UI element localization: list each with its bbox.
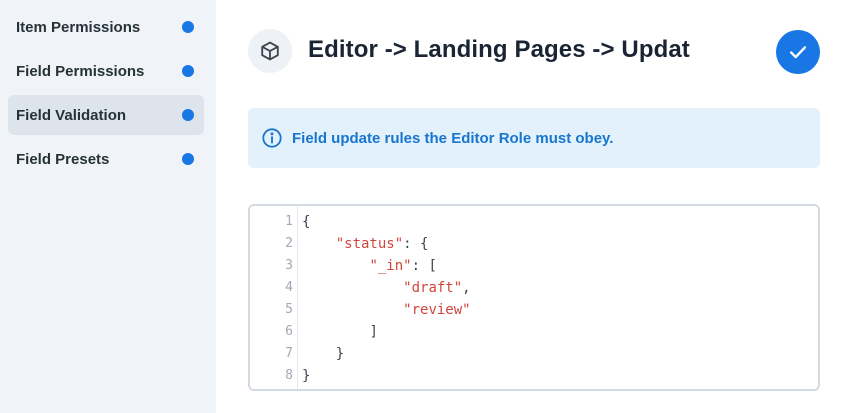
sidebar-item-label: Item Permissions	[16, 18, 141, 36]
sidebar-item-field-presets[interactable]: Field Presets	[8, 139, 204, 179]
sidebar: Item Permissions Field Permissions Field…	[0, 0, 216, 413]
code-line: 4 "draft",	[250, 277, 818, 299]
json-punctuation: }	[302, 368, 311, 384]
line-number: 1	[285, 214, 293, 229]
info-icon	[260, 126, 284, 150]
status-dot	[182, 153, 194, 165]
cube-icon	[248, 29, 292, 73]
code-line: 7 }	[250, 343, 818, 365]
json-punctuation: ]	[369, 324, 378, 340]
code-text: "status": {	[302, 233, 429, 255]
code-line: 6 ]	[250, 321, 818, 343]
notice-text: Field update rules the Editor Role must …	[292, 129, 614, 147]
json-punctuation: : {	[403, 236, 429, 252]
sidebar-item-field-permissions[interactable]: Field Permissions	[8, 51, 204, 91]
sidebar-item-label: Field Presets	[16, 150, 110, 168]
code-line: 1{	[250, 211, 818, 233]
page-title: Editor -> Landing Pages -> Updat	[308, 36, 690, 63]
code-line: 5 "review"	[250, 299, 818, 321]
status-dot	[182, 21, 194, 33]
line-number: 6	[285, 324, 293, 339]
json-key: "status"	[335, 236, 404, 252]
json-punctuation: ,	[462, 280, 471, 296]
code-text: }	[302, 343, 344, 365]
info-notice: Field update rules the Editor Role must …	[248, 108, 820, 168]
code-line: 2 "status": {	[250, 233, 818, 255]
code-editor[interactable]: 1{2 "status": {3 "_in": [4 "draft", 5 "re…	[248, 204, 820, 391]
save-button[interactable]	[776, 30, 820, 74]
json-punctuation: {	[302, 214, 311, 230]
json-punctuation: }	[335, 346, 345, 362]
code-text: ]	[302, 321, 378, 343]
line-number: 5	[285, 302, 293, 317]
code-text: {	[302, 211, 310, 233]
code-text: "draft",	[302, 277, 471, 299]
json-key: "_in"	[369, 258, 412, 274]
status-dot	[182, 109, 194, 121]
code-line: 8}	[250, 365, 818, 387]
json-punctuation: : [	[411, 258, 437, 274]
code-line: 3 "_in": [	[250, 255, 818, 277]
line-number: 3	[285, 258, 293, 273]
code-text: "review"	[302, 299, 471, 321]
code-text: }	[302, 365, 310, 387]
json-value: "draft"	[403, 280, 463, 296]
line-number: 8	[285, 368, 293, 383]
check-icon	[787, 41, 809, 63]
json-value: "review"	[403, 302, 471, 318]
sidebar-item-label: Field Validation	[16, 106, 127, 124]
code-text: "_in": [	[302, 255, 437, 277]
line-number: 4	[285, 280, 293, 295]
sidebar-item-item-permissions[interactable]: Item Permissions	[8, 7, 204, 47]
sidebar-item-field-validation[interactable]: Field Validation	[8, 95, 204, 135]
line-number: 7	[285, 346, 293, 361]
status-dot	[182, 65, 194, 77]
sidebar-item-label: Field Permissions	[16, 62, 145, 80]
line-number: 2	[285, 236, 293, 251]
